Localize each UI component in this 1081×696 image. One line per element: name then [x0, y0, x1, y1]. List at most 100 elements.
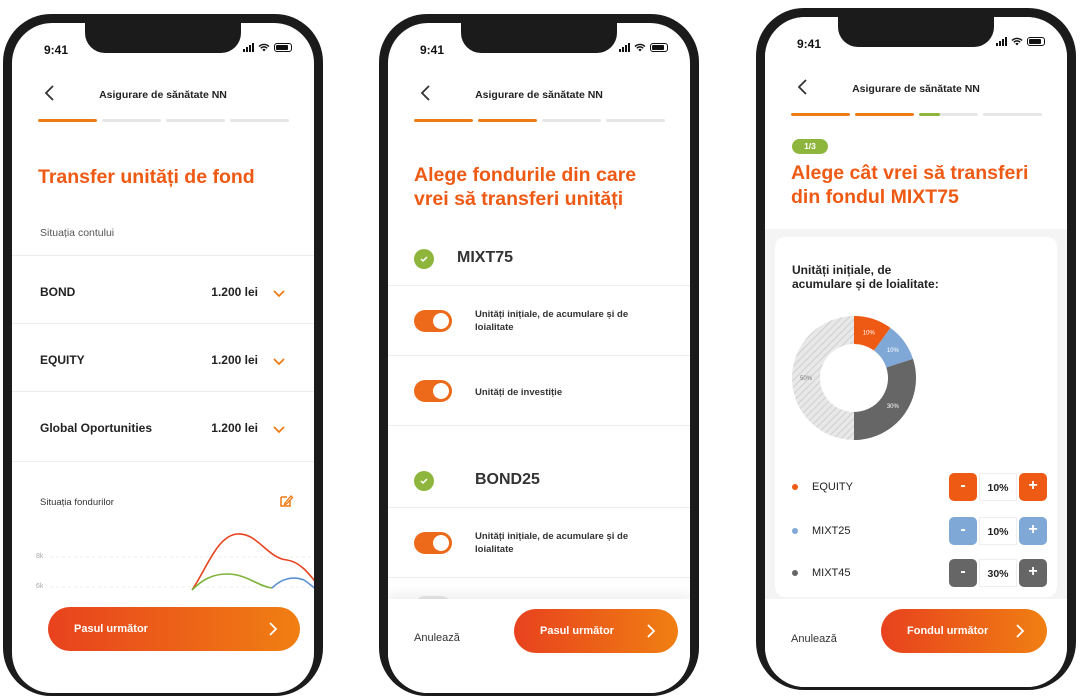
battery-icon [274, 43, 292, 52]
next-step-label: Pasul următor [540, 625, 614, 637]
legend-dot [792, 528, 798, 534]
allocation-donut-chart: 10% 10% 30% 50% [792, 316, 916, 440]
account-value: 1.200 lei [211, 353, 258, 367]
increase-button[interactable]: + [1019, 517, 1047, 545]
next-step-button[interactable]: Pasul următor [48, 607, 300, 651]
progress-step [166, 119, 225, 122]
percentage-value[interactable]: 10% [979, 517, 1017, 545]
cancel-link[interactable]: Anulează [791, 633, 837, 645]
funds-chart [50, 533, 314, 591]
screen-transfer-overview: 9:41 Asigurare de sănătate NN Transfer u… [12, 23, 314, 693]
increase-button[interactable]: + [1019, 559, 1047, 587]
progress-step [542, 119, 601, 122]
wifi-icon [634, 43, 646, 52]
next-step-label: Pasul următor [74, 623, 148, 635]
battery-icon [650, 43, 668, 52]
card-title-line2: acumulare și de loialitate: [792, 277, 939, 291]
notch [838, 17, 994, 47]
account-row-global[interactable]: Global Oportunities 1.200 lei [12, 391, 314, 461]
percentage-stepper: - 30% + [949, 559, 1047, 587]
next-fund-button[interactable]: Fondul următor [881, 609, 1047, 653]
status-time: 9:41 [797, 37, 822, 51]
decrease-button[interactable]: - [949, 473, 977, 501]
status-time: 9:41 [420, 43, 445, 57]
signal-icon [996, 37, 1007, 46]
top-bar: Asigurare de sănătate NN [765, 73, 1067, 103]
battery-icon [1027, 37, 1045, 46]
header-title: Asigurare de sănătate NN [852, 83, 980, 95]
next-fund-label: Fondul următor [907, 625, 989, 637]
card-title-line1: Unități inițiale, de [792, 263, 892, 277]
progress-step [919, 113, 978, 116]
progress-step [414, 119, 473, 122]
allocation-fund-name: MIXT45 [812, 567, 851, 579]
fund-option-row[interactable]: Unități inițiale, de acumulare și de loi… [388, 507, 690, 577]
chevron-down-icon[interactable] [272, 425, 286, 435]
percentage-value[interactable]: 10% [979, 473, 1017, 501]
divider [388, 577, 690, 618]
progress-step [478, 119, 537, 122]
notch [85, 23, 241, 53]
percentage-value[interactable]: 30% [979, 559, 1017, 587]
donut-slice-label: 10% [887, 348, 900, 354]
edit-icon[interactable] [278, 493, 294, 509]
chevron-right-icon [269, 622, 278, 636]
account-name: BOND [40, 285, 76, 299]
account-name: Global Oportunities [40, 421, 153, 435]
phone-frame-2: 9:41 Asigurare de sănătate NN Alege fond… [379, 14, 699, 696]
page-title-line1: Alege cât vrei să transferi [791, 162, 1029, 184]
check-circle-icon[interactable] [414, 249, 434, 269]
chart-line-green [191, 573, 273, 591]
phone-frame-3: 9:41 Asigurare de sănătate NN 1/3 Alege … [756, 8, 1076, 690]
toggle-switch[interactable] [414, 532, 452, 554]
donut-slice-mixt45 [854, 358, 916, 440]
page-title-line2: vrei să transferi unități [414, 188, 624, 210]
fund-option-row[interactable]: Unități de investiție [388, 355, 690, 425]
notch [461, 23, 617, 53]
divider [388, 425, 690, 426]
chevron-right-icon [1016, 624, 1025, 638]
header-title: Asigurare de sănătate NN [475, 89, 603, 101]
decrease-button[interactable]: - [949, 559, 977, 587]
screen-select-funds: 9:41 Asigurare de sănătate NN Alege fond… [388, 23, 690, 693]
allocation-row-mixt45: MIXT45 - 30% + [775, 559, 1057, 587]
divider [12, 461, 314, 462]
progress-step [791, 113, 850, 116]
chevron-down-icon[interactable] [272, 357, 286, 367]
next-step-button[interactable]: Pasul următor [514, 609, 678, 653]
account-name: EQUITY [40, 353, 85, 367]
funds-section-label: Situația fondurilor [40, 497, 114, 508]
progress-step [230, 119, 289, 122]
fund-name: MIXT75 [457, 249, 514, 266]
header-title: Asigurare de sănătate NN [99, 89, 227, 101]
fund-option-row[interactable]: Unități inițiale, de acumulare și de loi… [388, 285, 690, 355]
top-bar: Asigurare de sănătate NN [12, 79, 314, 109]
progress-step [855, 113, 914, 116]
account-value: 1.200 lei [211, 285, 258, 299]
toggle-switch[interactable] [414, 380, 452, 402]
decrease-button[interactable]: - [949, 517, 977, 545]
check-circle-icon[interactable] [414, 471, 434, 491]
page-title-line1: Alege fondurile din care [414, 164, 637, 186]
account-row-bond[interactable]: BOND 1.200 lei [12, 255, 314, 323]
account-value: 1.200 lei [211, 421, 258, 435]
legend-dot [792, 570, 798, 576]
fund-name: BOND25 [475, 471, 540, 488]
cancel-link[interactable]: Anulează [414, 632, 460, 644]
allocation-card: Unități inițiale, de acumulare și de loi… [775, 237, 1057, 597]
increase-button[interactable]: + [1019, 473, 1047, 501]
footer-bar: Anulează Fondul următor [765, 599, 1067, 687]
donut-slice-label: 50% [800, 376, 813, 382]
progress-bar [791, 113, 1042, 116]
stage: 9:41 Asigurare de sănătate NN Transfer u… [0, 0, 1081, 696]
step-badge: 1/3 [792, 139, 828, 154]
account-row-equity[interactable]: EQUITY 1.200 lei [12, 323, 314, 391]
donut-slice-label: 10% [863, 330, 876, 336]
signal-icon [243, 43, 254, 52]
progress-step [606, 119, 665, 122]
chevron-down-icon[interactable] [272, 289, 286, 299]
top-bar: Asigurare de sănătate NN [388, 79, 690, 109]
allocation-fund-name: EQUITY [812, 481, 853, 493]
toggle-switch[interactable] [414, 310, 452, 332]
wifi-icon [1011, 37, 1023, 46]
